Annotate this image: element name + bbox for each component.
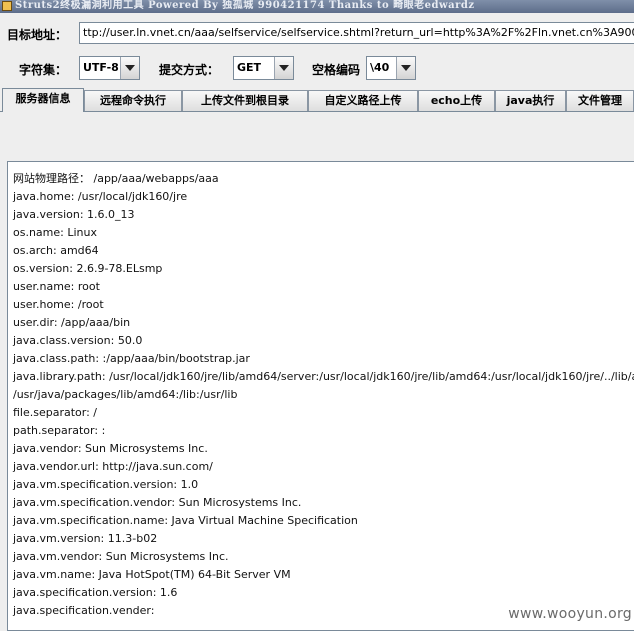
method-select[interactable]: GET	[233, 56, 294, 80]
title-bar: Struts2终极漏洞利用工具 Powered By 独孤城 990421174…	[0, 0, 634, 13]
charset-select[interactable]: UTF-8	[79, 56, 140, 80]
info-line: java.library.path: /usr/local/jdk160/jre…	[13, 370, 634, 383]
info-line: user.dir: /app/aaa/bin	[13, 316, 131, 329]
info-line: java.specification.version: 1.6	[13, 586, 178, 599]
window-title: Struts2终极漏洞利用工具 Powered By 独孤城 990421174…	[15, 0, 475, 11]
info-line: java.vm.specification.name: Java Virtual…	[13, 514, 358, 527]
space-encoding-dropdown-arrow-icon[interactable]	[396, 57, 415, 79]
info-line: user.home: /root	[13, 298, 104, 311]
tab-java-execute[interactable]: java执行	[495, 90, 566, 111]
tab-server-info[interactable]: 服务器信息	[2, 88, 84, 112]
space-encoding-label: 空格编码	[312, 63, 361, 77]
info-line: java.vm.vendor: Sun Microsystems Inc.	[13, 550, 229, 563]
space-encoding-value: \40	[370, 61, 390, 74]
tab-echo-upload[interactable]: echo上传	[418, 90, 495, 111]
app-icon	[2, 1, 12, 11]
space-encoding-select[interactable]: \40	[366, 56, 416, 80]
info-line: java.vm.name: Java HotSpot(TM) 64-Bit Se…	[13, 568, 291, 581]
watermark: www.wooyun.org	[508, 606, 632, 622]
info-line: os.arch: amd64	[13, 244, 99, 257]
charset-value: UTF-8	[83, 61, 119, 74]
charset-label: 字符集：	[19, 63, 68, 77]
info-line: java.vm.specification.version: 1.0	[13, 478, 199, 491]
tab-file-manager[interactable]: 文件管理	[566, 90, 634, 111]
info-line: /usr/java/packages/lib/amd64:/lib:/usr/l…	[13, 388, 238, 401]
charset-dropdown-arrow-icon[interactable]	[120, 57, 139, 79]
target-url-input[interactable]: ttp://user.ln.vnet.cn/aaa/selfservice/se…	[79, 22, 634, 44]
info-line: java.vm.specification.vendor: Sun Micros…	[13, 496, 302, 509]
info-line: java.vendor: Sun Microsystems Inc.	[13, 442, 208, 455]
info-line: java.version: 1.6.0_13	[13, 208, 135, 221]
info-line: user.name: root	[13, 280, 100, 293]
info-line: path.separator: :	[13, 424, 106, 437]
method-label: 提交方式：	[159, 63, 220, 77]
server-info-output[interactable]: 网站物理路径： /app/aaa/webapps/aaa java.home: /…	[7, 161, 634, 631]
method-value: GET	[237, 61, 262, 74]
info-line: 网站物理路径： /app/aaa/webapps/aaa	[13, 172, 219, 185]
info-line: java.home: /usr/local/jdk160/jre	[13, 190, 188, 203]
target-label: 目标地址：	[7, 28, 68, 42]
tab-custom-path-upload[interactable]: 自定义路径上传	[308, 90, 418, 111]
tab-bar: 服务器信息 远程命令执行 上传文件到根目录 自定义路径上传 echo上传 jav…	[0, 88, 634, 112]
info-line: file.separator: /	[13, 406, 98, 419]
tab-upload-to-root[interactable]: 上传文件到根目录	[182, 90, 308, 111]
info-line: java.class.path: :/app/aaa/bin/bootstrap…	[13, 352, 250, 365]
info-line: java.vendor.url: http://java.sun.com/	[13, 460, 213, 473]
tab-remote-command[interactable]: 远程命令执行	[84, 90, 182, 111]
info-line: os.version: 2.6.9-78.ELsmp	[13, 262, 163, 275]
info-line: java.specification.vender:	[13, 604, 155, 617]
info-line: os.name: Linux	[13, 226, 97, 239]
info-line: java.vm.version: 11.3-b02	[13, 532, 158, 545]
method-dropdown-arrow-icon[interactable]	[274, 57, 293, 79]
info-line: java.class.version: 50.0	[13, 334, 143, 347]
